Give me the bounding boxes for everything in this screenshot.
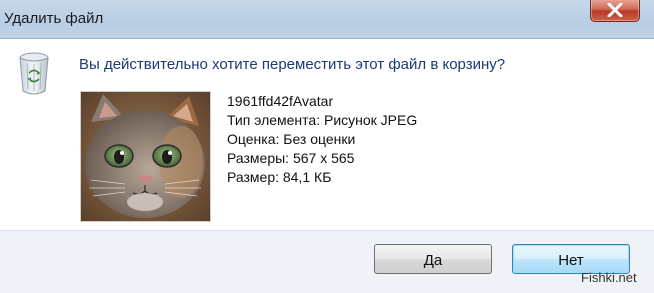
yes-button[interactable]: Да <box>374 244 492 274</box>
close-icon <box>607 3 623 17</box>
file-name: 1961ffd42fAvatar <box>227 93 334 109</box>
file-size: Размер: 84,1 КБ <box>227 169 332 185</box>
delete-file-dialog: Удалить файл Вы действительно хотите пер… <box>0 0 654 293</box>
file-type: Тип элемента: Рисунок JPEG <box>227 112 418 128</box>
confirmation-question: Вы действительно хотите переместить этот… <box>79 56 506 73</box>
dialog-content: Вы действительно хотите переместить этот… <box>0 39 654 230</box>
file-details: 1961ffd42fAvatar Тип элемента: Рисунок J… <box>227 92 417 187</box>
file-thumbnail <box>80 91 211 222</box>
file-dimensions: Размеры: 567 x 565 <box>227 150 355 166</box>
watermark: Fishki.net <box>581 270 637 285</box>
window-title: Удалить файл <box>4 10 104 27</box>
file-rating: Оценка: Без оценки <box>227 131 356 147</box>
recycle-bin-icon <box>19 52 49 95</box>
title-bar[interactable]: Удалить файл <box>0 0 654 39</box>
close-button[interactable] <box>590 0 640 22</box>
